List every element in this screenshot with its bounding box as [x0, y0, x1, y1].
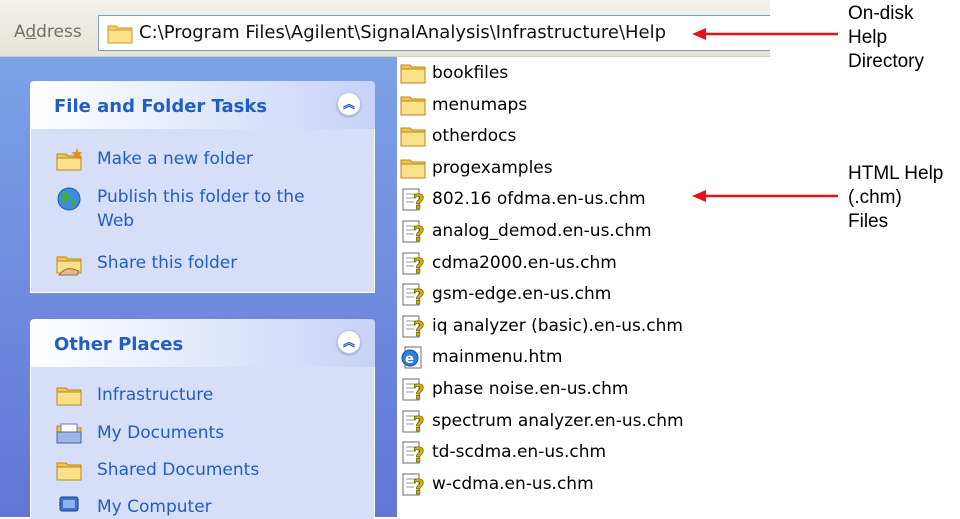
svg-text:e: e	[405, 352, 414, 367]
help-file-icon: ?	[402, 410, 425, 435]
file-and-folder-tasks-panel: File and Folder Tasks ︽ Make a new folde…	[30, 81, 375, 294]
help-file-icon: ?	[402, 441, 425, 466]
file-name: progexamples	[432, 157, 553, 178]
address-path: C:\Program Files\Agilent\SignalAnalysis\…	[139, 22, 667, 43]
panel-body: Make a new folder Publish this folder to…	[30, 129, 375, 293]
svg-text:?: ?	[413, 380, 425, 403]
place-label: Infrastructure	[97, 385, 214, 405]
panel-title: File and Folder Tasks	[54, 96, 268, 117]
svg-text:?: ?	[413, 475, 425, 498]
computer-icon	[59, 496, 79, 512]
file-name: 802.16 ofdma.en-us.chm	[432, 189, 646, 210]
file-name: analog_demod.en-us.chm	[432, 221, 652, 241]
folder-icon	[56, 462, 82, 481]
file-name: w-cdma.en-us.chm	[432, 473, 594, 494]
file-name: otherdocs	[432, 126, 517, 147]
folder-icon	[400, 64, 426, 84]
collapse-chevron-icon[interactable]: ︽	[337, 92, 361, 116]
annotation-line: HTML Help	[848, 163, 944, 184]
help-file-icon: ?	[402, 378, 425, 403]
file-name: cdma2000.en-us.chm	[432, 252, 617, 273]
panel-header[interactable]: File and Folder Tasks ︽	[30, 81, 375, 129]
annotation-line: Help	[848, 27, 888, 48]
folder-icon	[400, 127, 426, 147]
annotation-line: (.chm)	[848, 187, 902, 208]
annotation-on-disk: On-disk Help Directory	[848, 2, 924, 74]
file-name: mainmenu.htm	[432, 347, 563, 368]
place-label: Shared Documents	[97, 460, 260, 480]
annotation-line: On-disk	[848, 3, 914, 24]
share-folder-icon	[56, 256, 82, 276]
svg-text:?: ?	[413, 190, 425, 213]
file-name: td-scdma.en-us.chm	[432, 442, 607, 463]
help-file-icon: ?	[402, 473, 425, 498]
svg-text:?: ?	[413, 254, 425, 277]
folder-icon	[56, 387, 82, 406]
other-places-panel: Other Places ︽ Infrastructure My Documen…	[30, 319, 375, 519]
help-file-icon: ?	[402, 220, 425, 245]
folder-icon	[400, 96, 426, 116]
address-bar: Address C:\Program Files\Agilent\SignalA…	[0, 0, 770, 57]
file-name: phase noise.en-us.chm	[432, 379, 629, 399]
folder-icon	[107, 25, 133, 44]
svg-text:?: ?	[413, 285, 425, 308]
file-name: menumaps	[432, 94, 528, 115]
task-label: Share this folder	[97, 253, 238, 273]
annotation-html-help: HTML Help (.chm) Files	[848, 162, 943, 234]
file-name: gsm-edge.en-us.chm	[432, 284, 612, 305]
help-file-icon: ?	[402, 315, 425, 340]
svg-text:?: ?	[413, 412, 425, 435]
address-field[interactable]: C:\Program Files\Agilent\SignalAnalysis\…	[98, 15, 770, 51]
collapse-chevron-icon[interactable]: ︽	[337, 330, 361, 354]
place-label: My Computer	[97, 497, 212, 517]
file-name: bookfiles	[432, 63, 509, 83]
annotation-arrow	[692, 190, 838, 202]
help-file-icon: ?	[402, 188, 425, 213]
annotation-line: Files	[848, 211, 889, 232]
annotation-arrow	[692, 28, 838, 40]
folder-icon	[400, 159, 426, 179]
new-folder-icon	[56, 148, 83, 171]
place-label: My Documents	[97, 423, 225, 443]
address-label: Address	[14, 22, 82, 42]
task-label: Make a new folder	[97, 149, 253, 169]
svg-text:?: ?	[413, 443, 425, 466]
file-name: spectrum analyzer.en-us.chm	[432, 410, 684, 431]
panel-body: Infrastructure My Documents Shared Docum…	[30, 367, 375, 519]
internet-explorer-icon: e	[401, 346, 422, 369]
panel-header[interactable]: Other Places ︽	[30, 319, 375, 367]
task-label: Publish this folder to the Web	[97, 187, 305, 231]
my-documents-icon	[56, 423, 82, 444]
svg-text:?: ?	[413, 317, 425, 340]
help-file-icon: ?	[402, 252, 425, 277]
panel-title: Other Places	[54, 334, 184, 355]
file-name: iq analyzer (basic).en-us.chm	[432, 315, 683, 336]
help-file-icon: ?	[402, 283, 425, 308]
annotation-line: Directory	[848, 51, 925, 72]
svg-text:?: ?	[413, 222, 425, 245]
globe-icon	[57, 187, 81, 211]
task-pane: File and Folder Tasks ︽ Make a new folde…	[0, 57, 397, 519]
